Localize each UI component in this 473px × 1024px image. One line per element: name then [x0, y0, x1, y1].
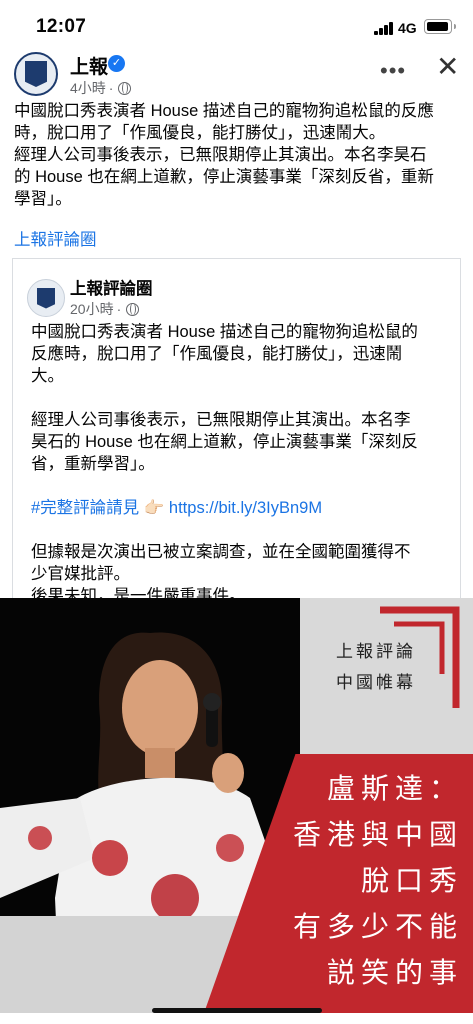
- post-line: 的 House 也在網上道歉，停止演藝事業「深刻反省，重新: [14, 168, 434, 186]
- post-line: 中國脫口秀表演者 House 描述自己的寵物狗追松鼠的反應: [14, 102, 434, 120]
- post-text: 中國脫口秀表演者 House 描述自己的寵物狗追松鼠的反應 時，脫口用了「作風優…: [14, 100, 462, 210]
- post-meta: 4小時 ·: [70, 78, 132, 98]
- battery-icon: [424, 19, 456, 34]
- shared-page-name[interactable]: 上報評論圈: [70, 275, 153, 299]
- title-line: 有多少不能: [292, 911, 463, 942]
- bottom-strip: [0, 1013, 473, 1024]
- title-line: 盧斯達：: [326, 773, 463, 804]
- status-time: 12:07: [36, 16, 87, 37]
- meta-separator: ·: [108, 80, 114, 96]
- page-avatar[interactable]: [14, 52, 58, 96]
- post-line: 時，脫口用了「作風優良，能打勝仗」，迅速鬧大。: [14, 124, 386, 142]
- post-time[interactable]: 4小時: [70, 78, 106, 98]
- globe-icon: [118, 81, 132, 95]
- shield-logo-icon: [37, 287, 55, 309]
- page-link[interactable]: 上報評論圈: [14, 226, 97, 250]
- post-line: 經理人公司事後表示，已無限期停止其演出。本名李昊石: [14, 146, 427, 164]
- meta-separator: ·: [116, 301, 122, 317]
- shared-line: 大。: [31, 367, 64, 385]
- shared-line: 經理人公司事後表示，已無限期停止其演出。本名李: [31, 411, 411, 429]
- post-line: 學習」。: [14, 190, 72, 208]
- globe-icon: [126, 302, 140, 316]
- shared-page-avatar[interactable]: [27, 279, 65, 317]
- shield-logo-icon: [25, 61, 47, 87]
- shared-line: 中國脫口秀表演者 House 描述自己的寵物狗追松鼠的: [31, 323, 418, 341]
- shared-line: 少官媒批評。: [31, 565, 130, 583]
- close-icon[interactable]: ✕: [436, 50, 459, 83]
- home-indicator[interactable]: [152, 1008, 322, 1013]
- more-icon[interactable]: •••: [380, 58, 406, 84]
- article-image[interactable]: 上報評論 中國帷幕 盧斯達： 香港與中國 脫口秀 有多少不能 説笑的事: [0, 598, 473, 1013]
- column-label: 上報評論 中國帷幕: [336, 636, 416, 698]
- network-label: 4G: [398, 20, 417, 36]
- hashtag-link[interactable]: #完整評論請見: [31, 499, 139, 517]
- url-link[interactable]: https://bit.ly/3IyBn9M: [169, 499, 322, 517]
- shared-line: 反應時，脫口用了「作風優良，能打勝仗」，迅速鬧: [31, 345, 403, 363]
- shared-post-time[interactable]: 20小時: [70, 299, 114, 319]
- title-line: 香港與中國: [292, 819, 463, 850]
- image-title: 盧斯達： 香港與中國 脫口秀 有多少不能 説笑的事: [293, 766, 463, 996]
- shared-line: 但據報是次演出已被立案調查，並在全國範圍獲得不: [31, 543, 411, 561]
- link-line: #完整評論請見 👉🏻 https://bit.ly/3IyBn9M: [31, 497, 451, 519]
- verified-badge-icon: ✓: [108, 55, 125, 72]
- label-line: 中國帷幕: [336, 673, 416, 692]
- pointing-hand-icon: 👉🏻: [143, 499, 165, 517]
- shared-post-text: 中國脫口秀表演者 House 描述自己的寵物狗追松鼠的 反應時，脫口用了「作風優…: [31, 321, 451, 607]
- post-header: 上報 ✓ 4小時 · ••• ✕: [0, 44, 473, 100]
- signal-icon: [374, 22, 394, 35]
- shared-post-card[interactable]: 上報評論圈 20小時 · 中國脫口秀表演者 House 描述自己的寵物狗追松鼠的…: [12, 258, 461, 630]
- shared-line: 省，重新學習」。: [31, 455, 155, 473]
- title-line: 脫口秀: [360, 865, 463, 896]
- title-line: 説笑的事: [326, 957, 463, 988]
- shared-post-meta: 20小時 ·: [70, 299, 140, 319]
- page-name[interactable]: 上報: [70, 52, 108, 79]
- label-line: 上報評論: [336, 642, 416, 661]
- shared-line: 昊石的 House 也在網上道歉，停止演藝事業「深刻反: [31, 433, 418, 451]
